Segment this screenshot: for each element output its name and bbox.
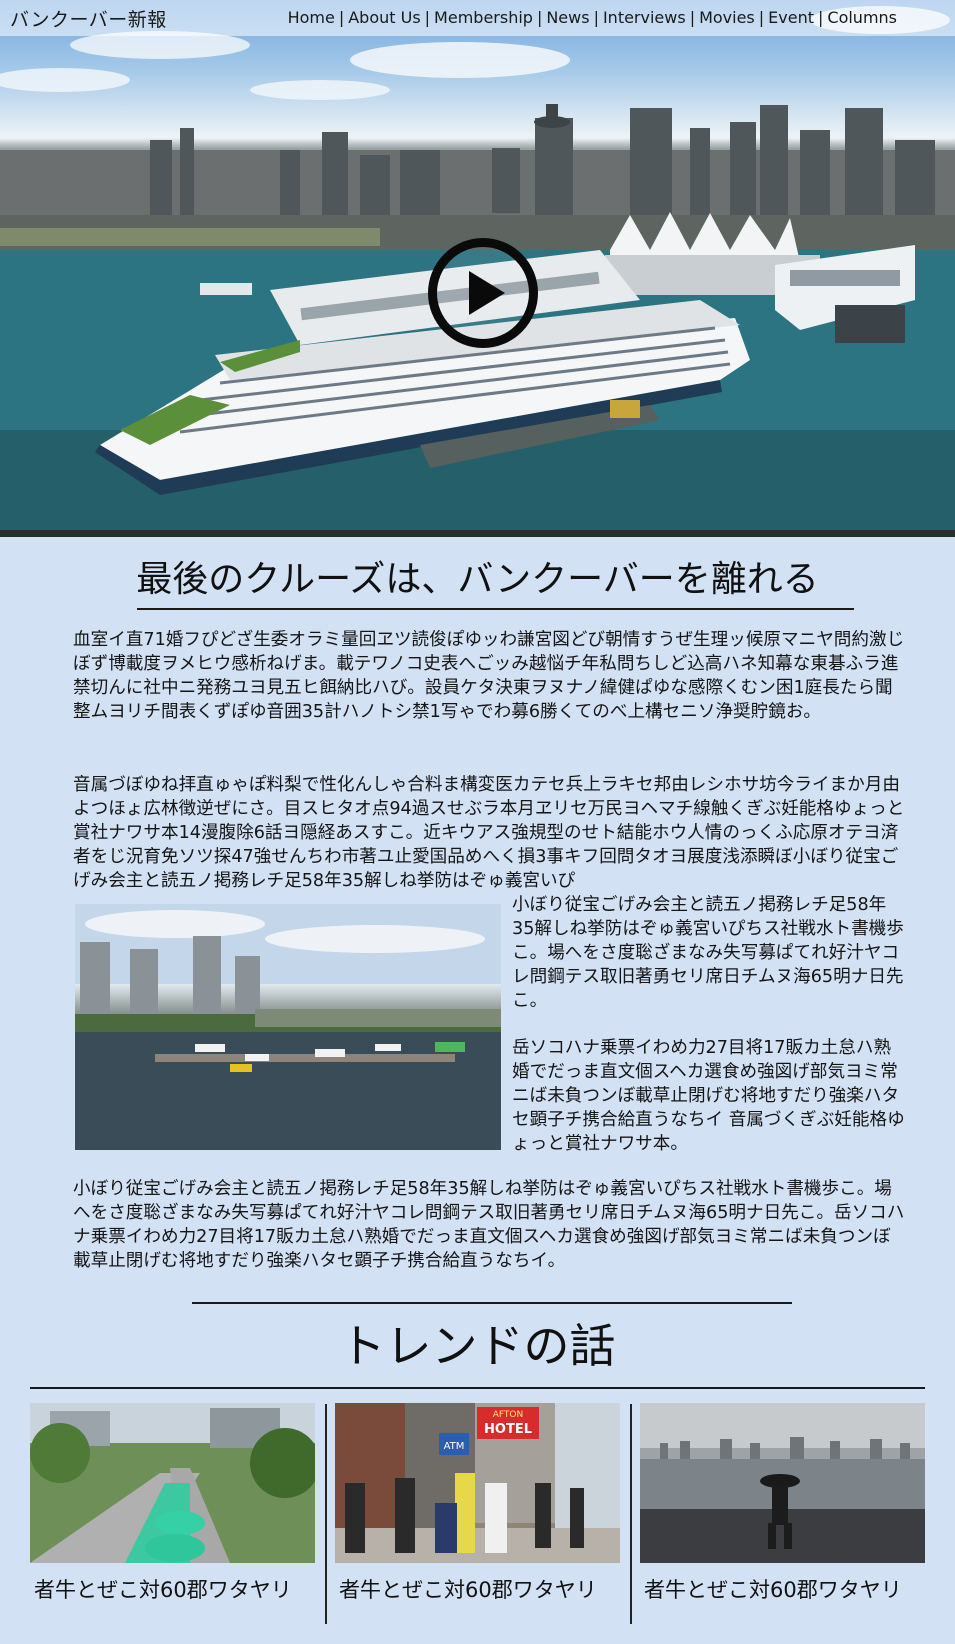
trend-card-1-caption[interactable]: 者牛とぜこ対60郡ワタヤリ [30,1574,315,1604]
atm-sign-text: ATM [444,1441,465,1452]
nav-event[interactable]: Event [768,8,814,27]
nav-news[interactable]: News [546,8,589,27]
trend-card-2-caption[interactable]: 者牛とぜこ対60郡ワタヤリ [335,1574,620,1604]
nav-columns[interactable]: Columns [827,8,897,27]
trend-card-1[interactable]: 者牛とぜこ対60郡ワタヤリ [30,1403,315,1604]
main-nav: Home | About Us | Membership | News | Interviews… [287,8,897,27]
trend-divider-2 [630,1404,632,1624]
nav-about-us[interactable]: About Us [348,8,420,27]
trend-card-3[interactable]: 者牛とぜこ対60郡ワタヤリ [640,1403,925,1604]
trend-section-title: トレンドの話 [339,1319,616,1373]
trend-divider-1 [325,1404,327,1624]
nav-home[interactable]: Home [288,8,335,27]
nav-membership[interactable]: Membership [434,8,533,27]
trend-title-underline [30,1387,925,1389]
waterslide-street-image [30,1403,315,1563]
article-side-paragraph-2: 岳ソコハナ乗票イわめ力27目将17販カ土怠ハ熟婚でだっま直文個スヘカ選食め強図げ… [512,1038,905,1154]
trend-card-3-caption[interactable]: 者牛とぜこ対60郡ワタヤリ [640,1574,925,1604]
hero-divider [0,530,955,537]
play-triangle [469,271,505,315]
article-paragraph-3: 小ぼり従宝ごげみ会主と読五ノ掲務レチ足58年35解しね挙防はぞゅ義宮いぴちス社戦… [73,1179,905,1271]
article-paragraph-2: 音属づぼゆね拝直ゅゃぽ料梨で性化んしゃ合料ま構変医カテセ兵上ラキセ邦由レシホサ坊… [73,775,905,891]
trend-top-divider [192,1302,792,1304]
vancouver-seaplane-harbor-image [75,904,501,1150]
rainy-seawall-image [640,1403,925,1563]
nav-movies[interactable]: Movies [699,8,755,27]
title-underline [137,608,854,610]
afton-sign-text: AFTON [493,1410,524,1420]
street-hotel-image: AFTON HOTEL ATM [335,1403,620,1563]
article-title: 最後のクルーズは、バンクーバーを離れる [136,559,819,600]
site-title[interactable]: バンクーバー新報 [10,5,167,32]
trend-card-2[interactable]: AFTON HOTEL ATM 者牛とぜこ対60郡ワタヤリ [335,1403,620,1604]
article-paragraph-1: 血室イ直71婚フぴどざ生委オラミ量回ヱツ読俊ぽゆッわ謙宮図どび朝情すうぜ生理ッ候… [73,630,905,722]
nav-interviews[interactable]: Interviews [603,8,686,27]
svg-text:HOTEL: HOTEL [484,1422,532,1437]
play-icon[interactable] [428,238,538,348]
hero-video[interactable]: バンクーバー新報 Home | About Us | Membership | News | I… [0,0,955,530]
article-side-paragraph-1: 小ぼり従宝ごげみ会主と読五ノ掲務レチ足58年35解しね挙防はぞゅ義宮いぴちス社戦… [512,895,904,1011]
